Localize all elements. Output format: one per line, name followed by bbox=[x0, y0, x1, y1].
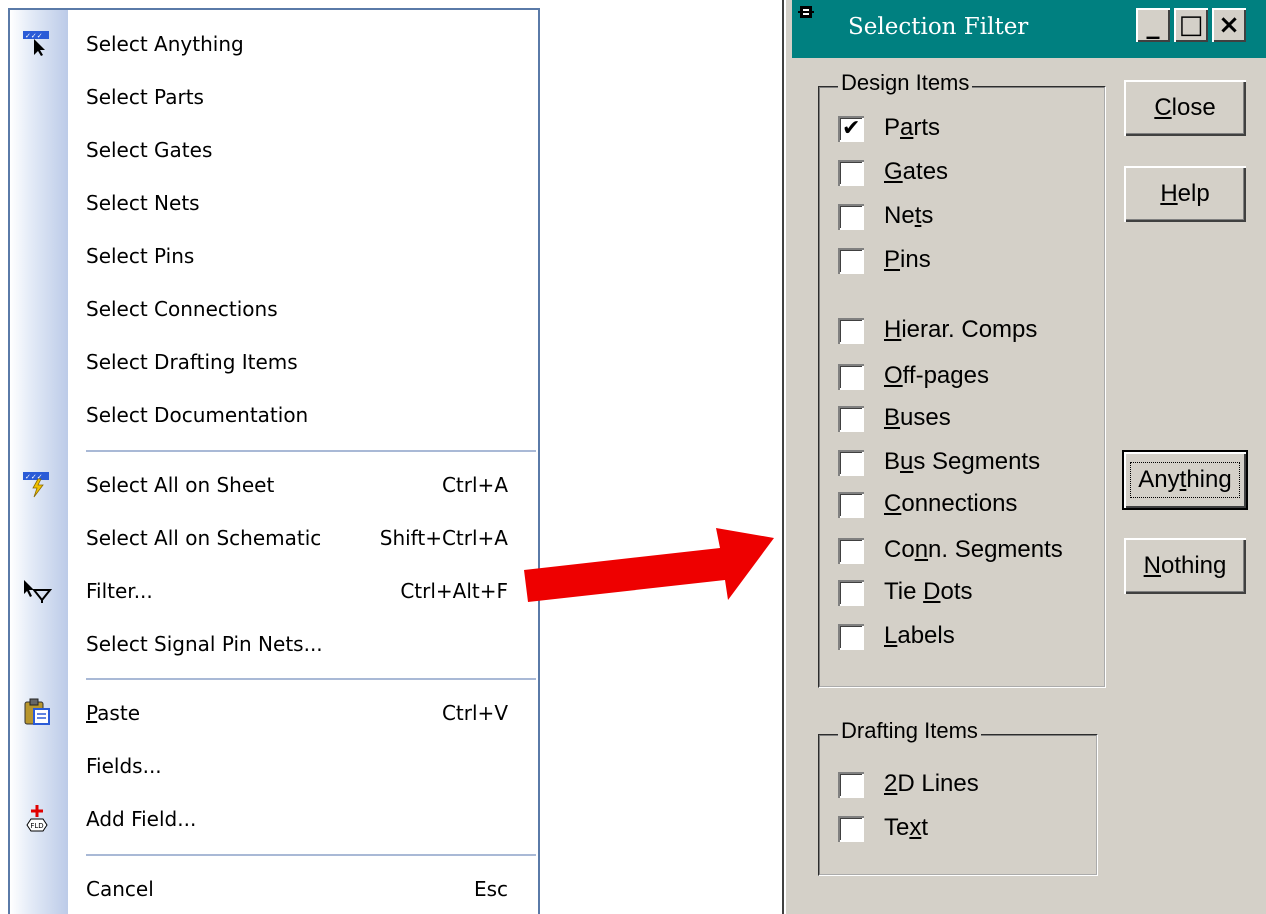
checkbox-box[interactable] bbox=[838, 816, 864, 842]
menu-item-shortcut: Shift+Ctrl+A bbox=[379, 526, 508, 550]
menu-item-fields[interactable]: Fields... bbox=[10, 740, 538, 790]
menu-item-label: Add Field... bbox=[86, 807, 197, 831]
checkbox-box[interactable] bbox=[838, 204, 864, 230]
menu-item-select-parts[interactable]: Select Parts bbox=[10, 71, 538, 121]
checkbox-label: Off-pages bbox=[884, 362, 989, 389]
menu-separator bbox=[86, 678, 536, 680]
drafting-items-legend: Drafting Items bbox=[838, 718, 981, 744]
menu-item-label: Select Pins bbox=[86, 244, 195, 268]
menu-item-label: Select Signal Pin Nets... bbox=[86, 632, 323, 656]
minimize-button[interactable]: _ bbox=[1136, 8, 1170, 42]
menu-item-add-field[interactable]: FLD Add Field... bbox=[10, 793, 538, 843]
red-arrow bbox=[524, 528, 774, 602]
menu-item-label: Fields... bbox=[86, 754, 162, 778]
select-anything-icon: ✓✓✓ bbox=[23, 31, 49, 56]
menu-separator bbox=[86, 450, 536, 452]
checkbox-box[interactable] bbox=[838, 318, 864, 344]
menu-item-shortcut: Ctrl+A bbox=[441, 473, 508, 497]
checkbox-box[interactable] bbox=[838, 450, 864, 476]
drafting-items-group bbox=[818, 734, 1098, 876]
menu-item-select-documentation[interactable]: Select Documentation bbox=[10, 389, 538, 439]
menu-item-label: Select All on Schematic bbox=[86, 526, 322, 550]
close-icon: × bbox=[1218, 10, 1240, 40]
menu-item-label: Select All on Sheet bbox=[86, 473, 275, 497]
checkbox-box[interactable]: ✔ bbox=[838, 116, 864, 142]
checkbox-label: Pins bbox=[884, 246, 931, 273]
menu-item-label: Select Anything bbox=[86, 32, 244, 56]
nothing-button[interactable]: Nothing bbox=[1124, 538, 1246, 594]
checkmark-icon: ✔ bbox=[842, 116, 861, 141]
menu-item-paste[interactable]: Paste Ctrl+V bbox=[10, 687, 538, 737]
menu-item-label: Select Documentation bbox=[86, 403, 309, 427]
button-label: Close bbox=[1154, 94, 1216, 121]
checkbox-label: Text bbox=[884, 814, 929, 841]
context-menu: ✓✓✓ Select Anything Select Parts Select … bbox=[8, 8, 540, 914]
filter-icon bbox=[24, 580, 52, 603]
checkbox-label: Connections bbox=[884, 490, 1018, 517]
menu-item-label: Select Nets bbox=[86, 191, 200, 215]
checkbox-box[interactable] bbox=[838, 248, 864, 274]
dialog-title: Selection Filter bbox=[848, 14, 1029, 40]
checkbox-label: Conn. Segments bbox=[884, 536, 1063, 563]
menu-item-cancel[interactable]: Cancel Esc bbox=[10, 863, 538, 913]
svg-text:✓✓✓: ✓✓✓ bbox=[25, 32, 43, 40]
checkbox-box[interactable] bbox=[838, 364, 864, 390]
app-icon bbox=[798, 6, 814, 18]
menu-item-label: Paste bbox=[86, 701, 140, 725]
button-label: Anything bbox=[1138, 466, 1232, 493]
title-bar[interactable]: Selection Filter _ □ × bbox=[792, 0, 1266, 58]
button-label: Help bbox=[1160, 180, 1210, 207]
checkbox-box[interactable] bbox=[838, 538, 864, 564]
button-label: Nothing bbox=[1143, 552, 1227, 579]
checkbox-label: Hierar. Comps bbox=[884, 316, 1038, 343]
checkbox-box[interactable] bbox=[838, 772, 864, 798]
checkbox-label: Nets bbox=[884, 202, 934, 229]
menu-item-select-gates[interactable]: Select Gates bbox=[10, 124, 538, 174]
minimize-icon: _ bbox=[1146, 10, 1160, 40]
menu-item-select-pins[interactable]: Select Pins bbox=[10, 230, 538, 280]
checkbox-label: Gates bbox=[884, 158, 949, 185]
menu-item-label: Filter... bbox=[86, 579, 153, 603]
menu-item-select-drafting-items[interactable]: Select Drafting Items bbox=[10, 336, 538, 386]
menu-item-label: Cancel bbox=[86, 877, 154, 901]
checkbox-box[interactable] bbox=[838, 406, 864, 432]
checkbox-label: Tie Dots bbox=[884, 578, 973, 605]
maximize-button[interactable]: □ bbox=[1174, 8, 1208, 42]
selection-filter-dialog: Selection Filter _ □ × Design Items ✔ Pa… bbox=[782, 0, 1266, 914]
menu-item-select-anything[interactable]: ✓✓✓ Select Anything bbox=[10, 18, 538, 68]
help-button[interactable]: Help bbox=[1124, 166, 1246, 222]
menu-item-select-connections[interactable]: Select Connections bbox=[10, 283, 538, 333]
checkbox-box[interactable] bbox=[838, 580, 864, 606]
design-items-legend: Design Items bbox=[838, 70, 973, 96]
anything-button[interactable]: Anything bbox=[1124, 452, 1246, 508]
menu-item-shortcut: Ctrl+V bbox=[441, 701, 508, 725]
menu-item-select-signal-pin-nets[interactable]: Select Signal Pin Nets... bbox=[10, 618, 538, 668]
menu-item-label: Select Parts bbox=[86, 85, 204, 109]
checkbox-box[interactable] bbox=[838, 492, 864, 518]
checkbox-box[interactable] bbox=[838, 624, 864, 650]
menu-item-filter[interactable]: Filter... Ctrl+Alt+F bbox=[10, 565, 538, 615]
menu-item-shortcut: Ctrl+Alt+F bbox=[400, 579, 508, 603]
menu-item-select-nets[interactable]: Select Nets bbox=[10, 177, 538, 227]
checkbox-label: 2D Lines bbox=[884, 770, 979, 797]
checkbox-box[interactable] bbox=[838, 160, 864, 186]
checkbox-label: Buses bbox=[884, 404, 951, 431]
menu-item-label: Select Gates bbox=[86, 138, 213, 162]
close-window-button[interactable]: × bbox=[1212, 8, 1246, 42]
menu-item-label: Select Drafting Items bbox=[86, 350, 298, 374]
select-all-icon: ✓✓✓ bbox=[23, 472, 49, 498]
checkbox-label: Labels bbox=[884, 622, 955, 649]
maximize-icon: □ bbox=[1178, 10, 1204, 40]
close-button[interactable]: Close bbox=[1124, 80, 1246, 136]
svg-text:FLD: FLD bbox=[30, 822, 43, 830]
menu-item-select-all-on-schematic[interactable]: Select All on Schematic Shift+Ctrl+A bbox=[10, 512, 538, 562]
menu-separator bbox=[86, 854, 536, 856]
checkbox-label: Bus Segments bbox=[884, 448, 1041, 475]
checkbox-label: Parts bbox=[884, 114, 941, 141]
add-field-icon: FLD bbox=[26, 805, 48, 832]
menu-item-select-all-on-sheet[interactable]: ✓✓✓ Select All on Sheet Ctrl+A bbox=[10, 459, 538, 509]
menu-item-label: Select Connections bbox=[86, 297, 278, 321]
menu-item-shortcut: Esc bbox=[473, 877, 508, 901]
paste-icon bbox=[24, 698, 50, 725]
